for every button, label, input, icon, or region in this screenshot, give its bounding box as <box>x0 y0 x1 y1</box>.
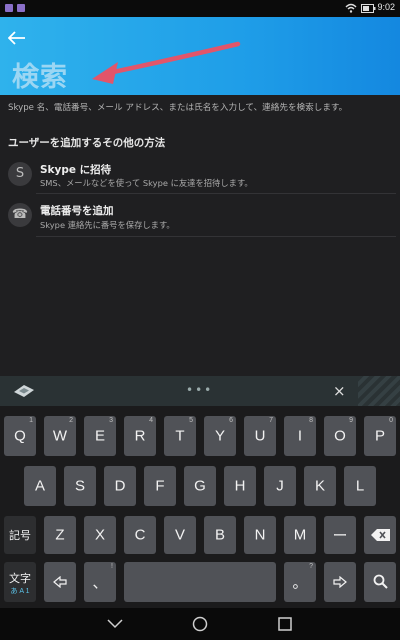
symbol-key[interactable]: 記号 <box>4 516 36 554</box>
option-title: Skype に招待 <box>40 164 112 176</box>
section-heading: ユーザーを追加するその他の方法 <box>8 137 166 149</box>
keyboard-close-button[interactable]: × <box>333 382 346 400</box>
invite-option[interactable]: S Skype に招待 SMS、メールなどを使って Skype に友達を招待しま… <box>0 157 400 191</box>
key[interactable]: X <box>84 516 116 554</box>
phone-icon: ☎ <box>8 203 32 227</box>
key[interactable]: D <box>104 466 136 506</box>
key[interactable]: O9 <box>324 416 356 456</box>
skype-icon: S <box>8 162 32 186</box>
input-mode-key[interactable]: 文字 あ A 1 <box>4 562 36 602</box>
key[interactable]: L <box>344 466 376 506</box>
key[interactable]: N <box>244 516 276 554</box>
nav-back-chevron-icon[interactable] <box>107 619 123 629</box>
key[interactable]: E3 <box>84 416 116 456</box>
key[interactable]: U7 <box>244 416 276 456</box>
search-icon <box>373 574 388 589</box>
key[interactable]: G <box>184 466 216 506</box>
toolbar-more-icon[interactable]: ••• <box>186 383 213 397</box>
divider <box>36 236 396 237</box>
key[interactable]: Q1 <box>4 416 36 456</box>
key[interactable]: H <box>224 466 256 506</box>
add-phone-option[interactable]: ☎ 電話番号を追加 Skype 連絡先に番号を保存します。 <box>0 199 400 233</box>
key[interactable]: M <box>284 516 316 554</box>
divider <box>36 193 396 194</box>
backspace-icon <box>371 529 390 541</box>
left-arrow-key[interactable] <box>44 562 76 602</box>
key[interactable]: B <box>204 516 236 554</box>
right-arrow-key[interactable] <box>324 562 356 602</box>
key[interactable]: R4 <box>124 416 156 456</box>
dash-key[interactable]: ー <box>324 516 356 554</box>
key[interactable]: K <box>304 466 336 506</box>
navigation-bar <box>0 608 400 640</box>
key[interactable]: C <box>124 516 156 554</box>
key[interactable]: J <box>264 466 296 506</box>
backspace-key[interactable] <box>364 516 396 554</box>
comma-key[interactable]: 、! <box>84 562 116 602</box>
nav-recents-icon[interactable] <box>278 617 292 631</box>
key[interactable]: S <box>64 466 96 506</box>
space-key[interactable] <box>124 562 276 602</box>
key[interactable]: Y6 <box>204 416 236 456</box>
toolbar-pattern <box>358 376 400 406</box>
key[interactable]: P0 <box>364 416 396 456</box>
key[interactable]: I8 <box>284 416 316 456</box>
key[interactable]: A <box>24 466 56 506</box>
annotation-arrow-icon <box>92 41 241 84</box>
key[interactable]: T5 <box>164 416 196 456</box>
nav-home-icon[interactable] <box>192 616 208 632</box>
search-key[interactable] <box>364 562 396 602</box>
option-subtitle: Skype 連絡先に番号を保存します。 <box>40 220 175 230</box>
period-key[interactable]: 。? <box>284 562 316 602</box>
search-hint-text: Skype 名、電話番号、メール アドレス、または氏名を入力して、連絡先を検索し… <box>8 103 348 113</box>
key[interactable]: Z <box>44 516 76 554</box>
option-title: 電話番号を追加 <box>40 205 114 217</box>
key[interactable]: V <box>164 516 196 554</box>
arrow-right-outline-icon <box>333 576 347 588</box>
keyboard-logo-icon[interactable] <box>12 383 36 399</box>
key[interactable]: F <box>144 466 176 506</box>
key[interactable]: W2 <box>44 416 76 456</box>
option-subtitle: SMS、メールなどを使って Skype に友達を招待します。 <box>40 178 253 188</box>
arrow-left-outline-icon <box>53 576 67 588</box>
